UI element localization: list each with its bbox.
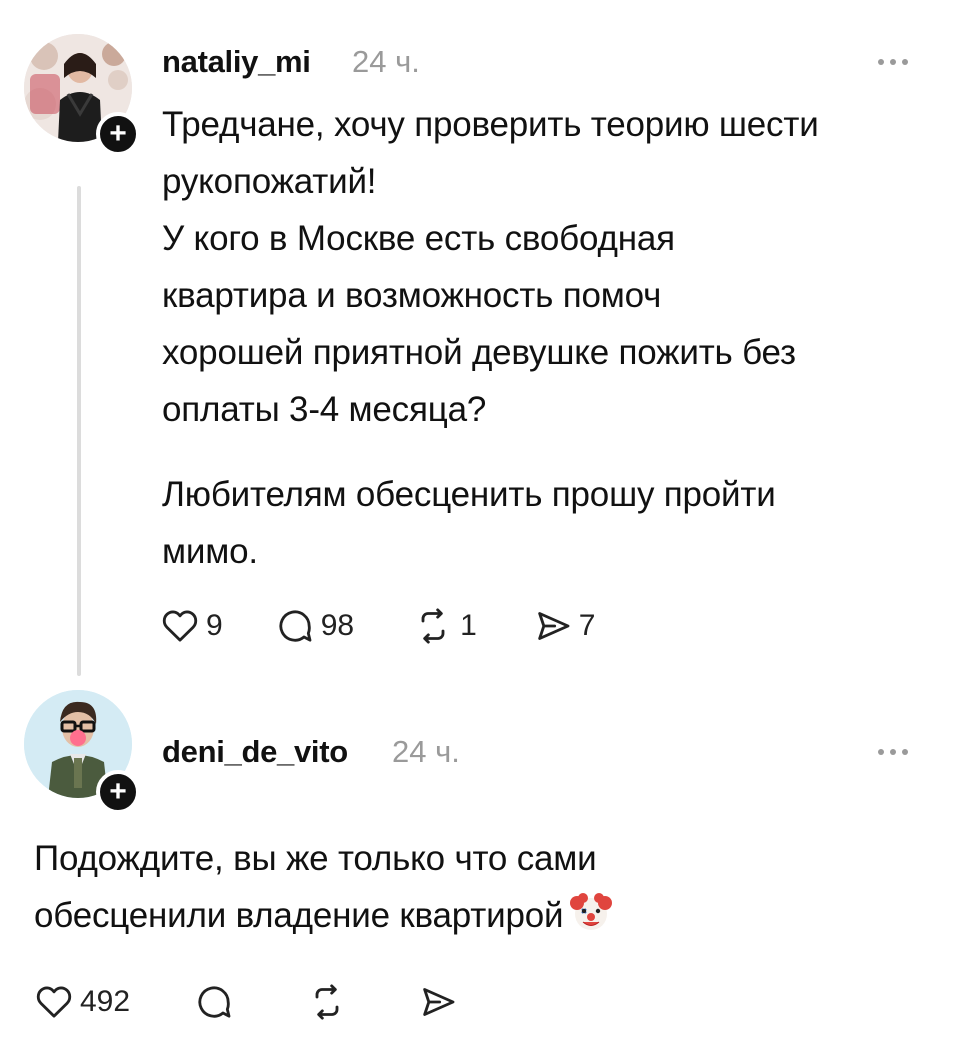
like-count: 492 xyxy=(80,985,131,1018)
post-text-line: рукопожатий! xyxy=(162,162,377,201)
timestamp: 24 ч. xyxy=(392,734,460,769)
like-button[interactable]: 9 xyxy=(160,606,223,646)
post-text-line: обесценили владение квартирой xyxy=(34,887,613,944)
comment-icon xyxy=(198,986,231,1018)
follow-button[interactable]: + xyxy=(96,112,140,156)
reply-count: 98 xyxy=(320,609,355,642)
send-icon xyxy=(538,612,570,640)
send-icon xyxy=(423,988,455,1016)
post-body: Тредчане, хочу проверить теорию шести ру… xyxy=(162,96,819,580)
follow-button[interactable]: + xyxy=(96,770,140,814)
repost-icon xyxy=(421,608,445,644)
reply-button[interactable] xyxy=(194,982,234,1022)
more-options-icon[interactable] xyxy=(878,744,918,760)
plus-icon: + xyxy=(109,775,127,808)
like-button[interactable]: 492 xyxy=(34,982,130,1022)
share-button[interactable] xyxy=(418,982,458,1022)
post-actions: 492 xyxy=(34,982,458,1022)
repost-icon xyxy=(315,984,339,1020)
heart-icon xyxy=(162,610,198,642)
heart-icon xyxy=(36,986,72,1018)
thread-post: + deni_de_vito 24 ч. Подождите, вы же то… xyxy=(0,690,960,1053)
plus-icon: + xyxy=(109,117,127,150)
post-actions: 9 98 1 7 xyxy=(160,606,595,646)
post-text-line: Любителям обесценить прошу пройти xyxy=(162,475,776,514)
thread-post: + nataliy_mi 24 ч. Тредчане, хочу провер… xyxy=(0,0,960,690)
post-text-line: Подождите, вы же только что сами xyxy=(34,839,597,878)
username[interactable]: deni_de_vito xyxy=(162,734,348,770)
repost-button[interactable]: 1 xyxy=(412,606,477,646)
thread-connector-line xyxy=(77,186,81,676)
reply-button[interactable]: 98 xyxy=(275,606,354,646)
post-text-line: Тредчане, хочу проверить теорию шести xyxy=(162,105,819,144)
username[interactable]: nataliy_mi xyxy=(162,44,311,80)
share-button[interactable]: 7 xyxy=(533,606,596,646)
post-text-line: У кого в Москве есть свободная xyxy=(162,219,675,258)
repost-count: 1 xyxy=(460,609,477,642)
post-text-line: оплаты 3-4 месяца? xyxy=(162,390,487,429)
share-count: 7 xyxy=(578,609,596,642)
post-text-line: квартира и возможность помоч xyxy=(162,276,662,315)
timestamp: 24 ч. xyxy=(352,44,420,79)
post-body: Подождите, вы же только что сами обесцен… xyxy=(34,830,613,944)
post-text-line: мимо. xyxy=(162,532,258,571)
more-options-icon[interactable] xyxy=(878,54,918,70)
post-text-line: хорошей приятной девушке пожить без xyxy=(162,333,796,372)
like-count: 9 xyxy=(206,609,223,642)
comment-icon xyxy=(279,610,312,642)
clown-face-emoji xyxy=(570,893,613,930)
post-text-span: обесценили владение квартирой xyxy=(34,896,564,935)
repost-button[interactable] xyxy=(306,982,348,1022)
